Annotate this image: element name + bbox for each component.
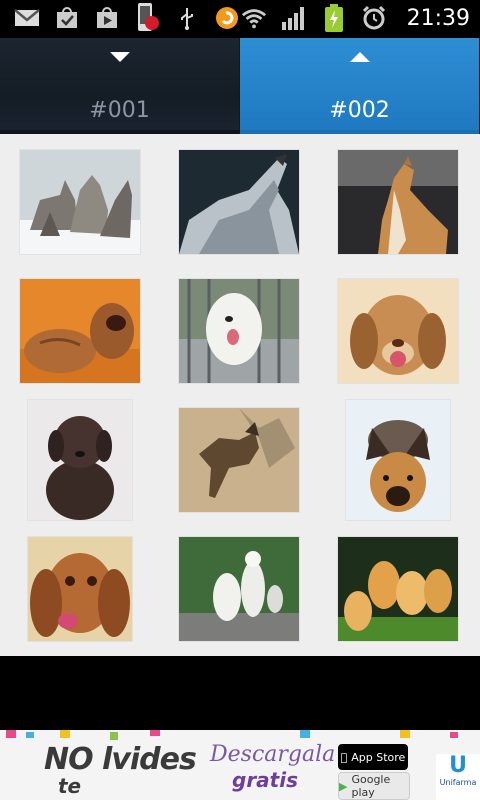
thumb-chocolate-lab[interactable] [28, 400, 132, 520]
ad-gratis-text: gratis [232, 768, 298, 792]
thumb-beagle-puppy[interactable] [338, 279, 458, 383]
thumb-wolf-howling[interactable] [179, 150, 299, 254]
thumb-white-dog-fence[interactable] [179, 279, 299, 383]
unifarma-logo: U Unifarma [436, 754, 480, 800]
signal-icon [281, 5, 307, 31]
thumb-golden-puppies[interactable] [338, 537, 458, 641]
gmail-icon [14, 5, 40, 31]
tab-001[interactable]: #001 [0, 38, 240, 134]
unifarma-u-icon: U [449, 753, 467, 778]
unifarma-label: Unifarma [439, 778, 477, 787]
thumb-dog-howling-car[interactable] [338, 150, 458, 254]
thumb-brindle-dog[interactable] [179, 408, 299, 512]
app-store-label: App Store [347, 750, 405, 764]
google-play-label: Google play [351, 773, 391, 799]
ad-brand-name: NO lvides [44, 742, 197, 777]
ad-banner[interactable]: NO lvides te Descargala gratis  App Sto… [0, 730, 480, 800]
alarm-icon [361, 5, 387, 31]
chevron-down-icon [109, 52, 130, 62]
thumb-german-shepherd[interactable] [346, 400, 450, 520]
ad-descarga-text: Descargala [210, 742, 336, 767]
apple-icon:  [341, 751, 348, 764]
thumb-sharpei-puppies[interactable] [20, 279, 140, 383]
download-icon [54, 5, 80, 31]
clock: 21:39 [406, 5, 470, 31]
app-store-badge[interactable]:  App Store [338, 744, 408, 770]
wifi-icon [241, 5, 267, 31]
status-bar: 21:39 [0, 0, 480, 38]
tab-002[interactable]: #002 [240, 38, 480, 134]
thumb-cocker-spaniel[interactable] [28, 537, 132, 641]
usb-icon [174, 5, 200, 31]
phone-icon [134, 3, 160, 31]
play-store-icon [94, 5, 120, 31]
rss-icon [214, 5, 240, 31]
chevron-up-icon [349, 52, 370, 62]
google-play-icon: ▶ [339, 779, 348, 793]
tab-bar: #001 #002 [0, 38, 480, 134]
tab-002-label: #002 [329, 98, 390, 123]
google-play-badge[interactable]: ▶ Google play [338, 772, 410, 800]
battery-charging-icon [321, 4, 347, 32]
image-gallery [0, 134, 480, 656]
tab-001-label: #001 [89, 98, 150, 123]
thumb-white-dogs-standing[interactable] [179, 537, 299, 641]
thumb-wolves-howling-snow[interactable] [20, 150, 140, 254]
ad-brand-te: te [58, 774, 82, 798]
confetti-decoration [6, 730, 458, 740]
